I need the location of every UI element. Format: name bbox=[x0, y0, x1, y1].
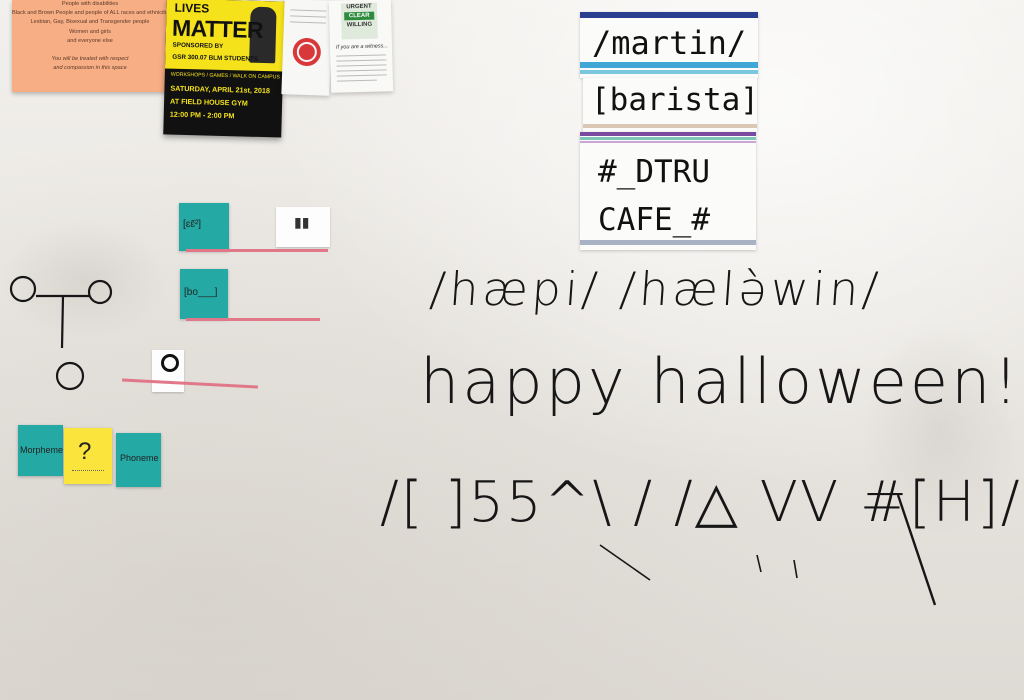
marker-strokes bbox=[599, 494, 937, 606]
